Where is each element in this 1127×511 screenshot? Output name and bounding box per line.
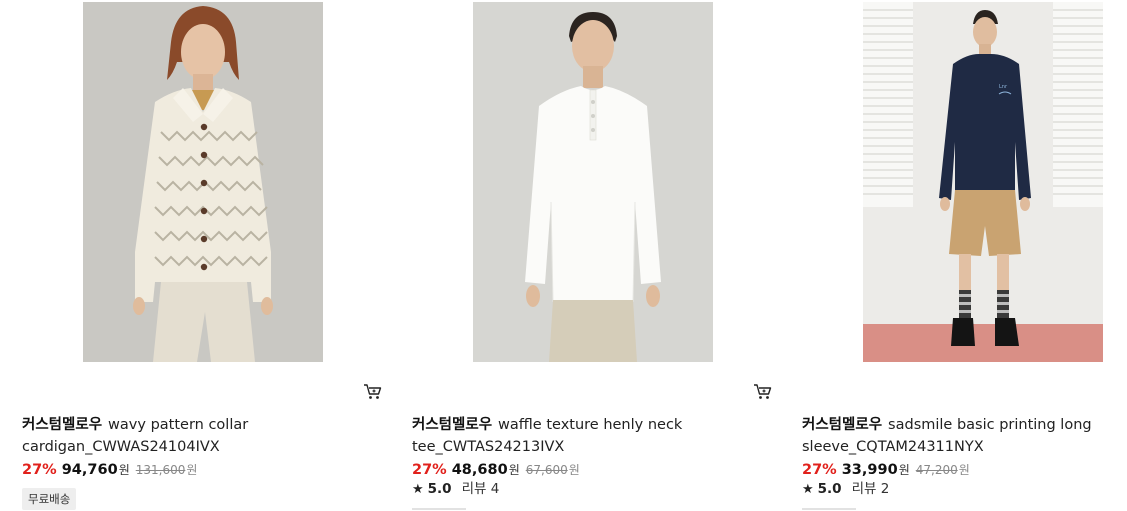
- star-icon: ★: [802, 482, 814, 497]
- rating-value: 5.0: [427, 481, 452, 497]
- product-card[interactable]: 커스텀멜로우 waffle texture henly neck tee_CWTA…: [412, 0, 772, 511]
- brand-name[interactable]: 커스텀멜로우: [802, 417, 882, 433]
- product-photo-cardigan: [83, 2, 323, 362]
- product-title[interactable]: 커스텀멜로우 sadsmile basic printing long sleev…: [802, 414, 1127, 458]
- star-icon: ★: [412, 482, 424, 497]
- original-price: 47,200: [915, 463, 958, 477]
- discount-rate: 27%: [412, 462, 447, 478]
- product-photo-henley: [473, 2, 713, 362]
- original-currency-unit: 원: [568, 463, 580, 477]
- svg-text:Lnr: Lnr: [999, 84, 1008, 90]
- review-count[interactable]: 리뷰 4: [462, 481, 500, 497]
- product-photo-longsleeve: Lnr: [863, 2, 1103, 362]
- product-card[interactable]: Lnr 커스텀멜로우 sadsmile basic printing long …: [802, 0, 1127, 511]
- original-price: 67,600: [525, 463, 568, 477]
- sale-price: 94,760: [61, 462, 118, 478]
- discount-rate: 27%: [802, 462, 837, 478]
- sale-price: 48,680: [451, 462, 508, 478]
- price-row: 27% 94,760원 131,600원: [22, 460, 197, 480]
- currency-unit: 원: [118, 463, 130, 477]
- price-row: 27% 48,680원 67,600원: [412, 460, 580, 480]
- cart-icon: [364, 384, 382, 399]
- currency-unit: 원: [898, 463, 910, 477]
- divider: [802, 508, 856, 510]
- currency-unit: 원: [508, 463, 520, 477]
- brand-name[interactable]: 커스텀멜로우: [22, 417, 102, 433]
- price-row: 27% 33,990원 47,200원: [802, 460, 970, 480]
- free-shipping-badge: 무료배송: [22, 488, 77, 510]
- rating-value: 5.0: [817, 481, 842, 497]
- discount-rate: 27%: [22, 462, 57, 478]
- product-card[interactable]: 커스텀멜로우 wavy pattern collar cardigan_CWWAS…: [22, 0, 382, 511]
- product-image[interactable]: [473, 2, 713, 362]
- product-title[interactable]: 커스텀멜로우 waffle texture henly neck tee_CWTA…: [412, 414, 742, 458]
- review-count[interactable]: 리뷰 2: [852, 481, 890, 497]
- product-image[interactable]: [83, 2, 323, 362]
- brand-name[interactable]: 커스텀멜로우: [412, 417, 492, 433]
- original-price: 131,600: [135, 463, 186, 477]
- product-image[interactable]: Lnr: [863, 2, 1103, 362]
- divider: [412, 508, 466, 510]
- review-summary: ★ 5.0 리뷰 4: [412, 480, 499, 499]
- original-currency-unit: 원: [958, 463, 970, 477]
- add-to-cart-button[interactable]: [753, 383, 773, 401]
- sale-price: 33,990: [841, 462, 898, 478]
- cart-icon: [754, 384, 772, 399]
- review-summary: ★ 5.0 리뷰 2: [802, 480, 889, 499]
- add-to-cart-button[interactable]: [363, 383, 383, 401]
- original-currency-unit: 원: [186, 463, 198, 477]
- product-title[interactable]: 커스텀멜로우 wavy pattern collar cardigan_CWWAS…: [22, 414, 352, 458]
